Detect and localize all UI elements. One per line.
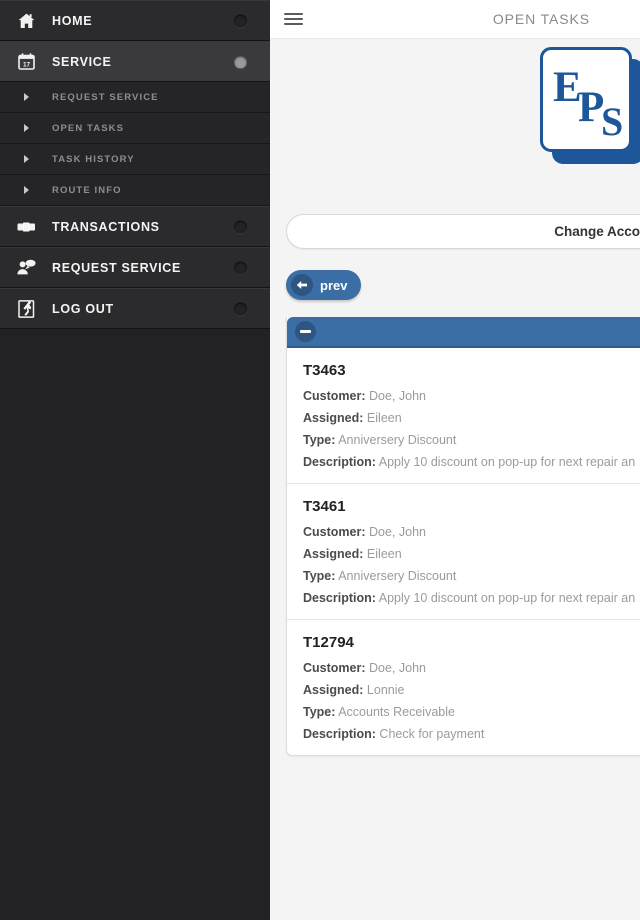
- task-customer-row: Customer: Doe, John: [303, 525, 640, 539]
- sidebar-item-label: HOME: [52, 13, 93, 28]
- sidebar-subitem-label: ROUTE INFO: [52, 184, 122, 196]
- sidebar-status-dot: [234, 302, 247, 315]
- task-customer-value: Doe, John: [369, 525, 426, 539]
- task-assigned-row: Assigned: Eileen: [303, 411, 640, 425]
- task-description-value: Apply 10 discount on pop-up for next rep…: [378, 591, 636, 605]
- sidebar-item-log-out[interactable]: LOG OUT: [0, 288, 270, 329]
- task-customer-label: Customer:: [303, 661, 366, 675]
- chevron-right-icon: [0, 155, 52, 163]
- task-assigned-value: Eileen: [366, 547, 402, 561]
- task-id: T12794: [303, 634, 354, 651]
- task-card[interactable]: T3463 Customer: Doe, John Assigned: Eile…: [287, 348, 640, 484]
- prev-label: prev: [320, 277, 348, 293]
- open-tasks-panel: T3463 Customer: Doe, John Assigned: Eile…: [286, 317, 640, 756]
- change-account-button[interactable]: Change Account: [286, 214, 640, 249]
- task-description-value: Check for payment: [379, 727, 485, 741]
- page-title: OPEN TASKS: [492, 11, 590, 27]
- main-region: OPEN TASKS E P S Change Account: [270, 0, 640, 920]
- task-card[interactable]: T3461 Customer: Doe, John Assigned: Eile…: [287, 484, 640, 620]
- sidebar-subitem-route-info[interactable]: ROUTE INFO: [0, 175, 270, 206]
- task-customer-row: Customer: Doe, John: [303, 661, 640, 675]
- task-description-value: Apply 10 discount on pop-up for next rep…: [378, 455, 636, 469]
- task-assigned-value: Lonnie: [366, 683, 405, 697]
- sidebar: HOME 17 SERVICE REQUEST SERVICE OPEN TAS…: [0, 0, 270, 920]
- task-description-label: Description:: [303, 455, 376, 469]
- minus-icon[interactable]: [295, 321, 316, 342]
- sidebar-subitem-label: OPEN TASKS: [52, 122, 125, 134]
- money-icon: [0, 222, 52, 232]
- sidebar-item-home[interactable]: HOME: [0, 0, 270, 41]
- chevron-right-icon: [0, 186, 52, 194]
- task-type-row: Type: Accounts Receivable: [303, 705, 640, 719]
- sidebar-item-label: REQUEST SERVICE: [52, 260, 182, 275]
- sidebar-item-label: TRANSACTIONS: [52, 219, 160, 234]
- task-customer-value: Doe, John: [369, 389, 426, 403]
- eps-logo: E P S: [540, 47, 640, 167]
- arrow-left-icon: [291, 274, 313, 296]
- sidebar-status-dot: [234, 14, 247, 27]
- person-message-icon: [0, 259, 52, 276]
- task-customer-label: Customer:: [303, 525, 366, 539]
- panel-header[interactable]: [287, 317, 640, 348]
- task-assigned-row: Assigned: Lonnie: [303, 683, 640, 697]
- sidebar-subitem-open-tasks[interactable]: OPEN TASKS: [0, 113, 270, 144]
- task-id: T3461: [303, 498, 346, 515]
- sidebar-item-label: SERVICE: [52, 54, 112, 69]
- hamburger-icon[interactable]: [284, 10, 303, 28]
- app-root: HOME 17 SERVICE REQUEST SERVICE OPEN TAS…: [0, 0, 640, 920]
- calendar-icon: 17: [0, 53, 52, 70]
- sidebar-subitem-label: TASK HISTORY: [52, 153, 135, 165]
- task-assigned-label: Assigned:: [303, 547, 364, 561]
- task-type-value: Accounts Receivable: [338, 705, 455, 719]
- task-customer-row: Customer: Doe, John: [303, 389, 640, 403]
- sidebar-item-transactions[interactable]: TRANSACTIONS: [0, 206, 270, 247]
- task-type-label: Type:: [303, 433, 336, 447]
- task-description-row: Description: Check for payment: [303, 727, 640, 741]
- exit-door-icon: [0, 299, 52, 318]
- task-id: T3463: [303, 362, 346, 379]
- task-type-label: Type:: [303, 569, 336, 583]
- home-icon: [0, 13, 52, 29]
- logo-letter-s: S: [601, 99, 624, 144]
- sidebar-status-dot: [234, 261, 247, 274]
- task-type-row: Type: Anniversery Discount: [303, 433, 640, 447]
- chevron-right-icon: [0, 124, 52, 132]
- sidebar-item-service[interactable]: 17 SERVICE: [0, 41, 270, 82]
- task-type-value: Anniversery Discount: [338, 569, 457, 583]
- task-description-label: Description:: [303, 727, 376, 741]
- sidebar-subitem-label: REQUEST SERVICE: [52, 91, 159, 103]
- prev-button[interactable]: prev: [286, 270, 362, 300]
- task-description-label: Description:: [303, 591, 376, 605]
- task-assigned-label: Assigned:: [303, 683, 364, 697]
- task-description-row: Description: Apply 10 discount on pop-up…: [303, 591, 640, 605]
- top-bar: OPEN TASKS: [270, 0, 640, 39]
- sidebar-item-label: LOG OUT: [52, 301, 114, 316]
- chevron-right-icon: [0, 93, 52, 101]
- task-customer-value: Doe, John: [369, 661, 426, 675]
- task-assigned-value: Eileen: [366, 411, 402, 425]
- logo-front-card: E P S: [540, 47, 632, 152]
- task-assigned-label: Assigned:: [303, 411, 364, 425]
- task-type-row: Type: Anniversery Discount: [303, 569, 640, 583]
- task-assigned-row: Assigned: Eileen: [303, 547, 640, 561]
- task-description-row: Description: Apply 10 discount on pop-up…: [303, 455, 640, 469]
- sidebar-subitem-task-history[interactable]: TASK HISTORY: [0, 144, 270, 175]
- task-customer-label: Customer:: [303, 389, 366, 403]
- task-type-label: Type:: [303, 705, 336, 719]
- task-type-value: Anniversery Discount: [338, 433, 457, 447]
- content-area: E P S Change Account prev: [270, 39, 640, 920]
- sidebar-status-dot: [234, 220, 247, 233]
- sidebar-item-request-service[interactable]: REQUEST SERVICE: [0, 247, 270, 288]
- sidebar-status-dot: [234, 55, 247, 68]
- sidebar-subitem-request-service[interactable]: REQUEST SERVICE: [0, 82, 270, 113]
- calendar-day-number: 17: [22, 61, 30, 68]
- task-card[interactable]: T12794 Customer: Doe, John Assigned: Lon…: [287, 620, 640, 755]
- change-account-label: Change Account: [554, 224, 640, 239]
